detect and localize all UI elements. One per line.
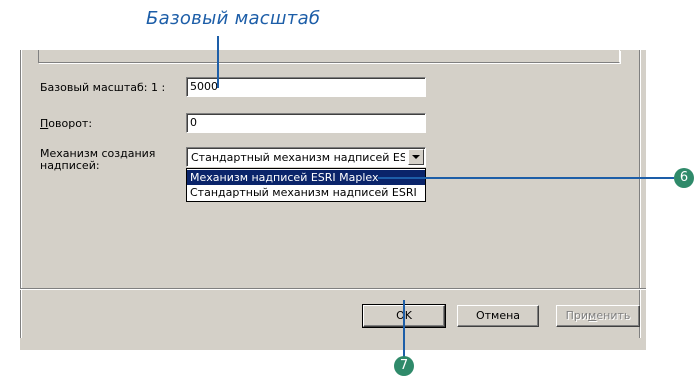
callout-badge-7: 7 [394,356,414,376]
callout-title: Базовый масштаб [146,8,321,29]
label-engine-dropdown-list[interactable]: Механизм надписей ESRI Maplex Стандартны… [186,168,426,202]
rotation-label-text: оворот: [48,117,93,130]
base-scale-input[interactable] [190,80,422,94]
dialog-panel: Базовый масштаб: 1 : Поворот: Механизм с… [20,50,646,350]
chevron-down-icon[interactable] [408,149,424,165]
callout-leader-6 [378,177,674,179]
group-box-bottom-edge [38,50,620,63]
rotation-field[interactable] [186,113,426,133]
base-scale-field[interactable] [186,77,426,97]
dialog-edge-left-highlight [21,50,22,338]
apply-button-rest: енить [596,309,631,322]
callout-leader-scale [217,36,219,88]
rotation-label: Поворот: [40,118,92,130]
label-engine-selected-value: Стандартный механизм надписей ESRI [191,151,405,164]
callout-leader-7 [403,300,405,358]
dropdown-option-standard[interactable]: Стандартный механизм надписей ESRI [187,185,425,200]
label-engine-label-line2: надписей: [40,159,100,172]
base-scale-label: Базовый масштаб: 1 : [40,81,166,94]
button-row-separator-highlight [20,289,646,290]
rotation-input[interactable] [190,116,422,130]
callout-badge-6: 6 [674,168,694,188]
apply-button[interactable]: Применить [556,305,640,327]
dialog-edge-right-highlight [640,50,641,338]
label-engine-combobox[interactable]: Стандартный механизм надписей ESRI [186,147,426,167]
cancel-button[interactable]: Отмена [457,305,539,327]
apply-button-prefix: При [565,309,589,322]
